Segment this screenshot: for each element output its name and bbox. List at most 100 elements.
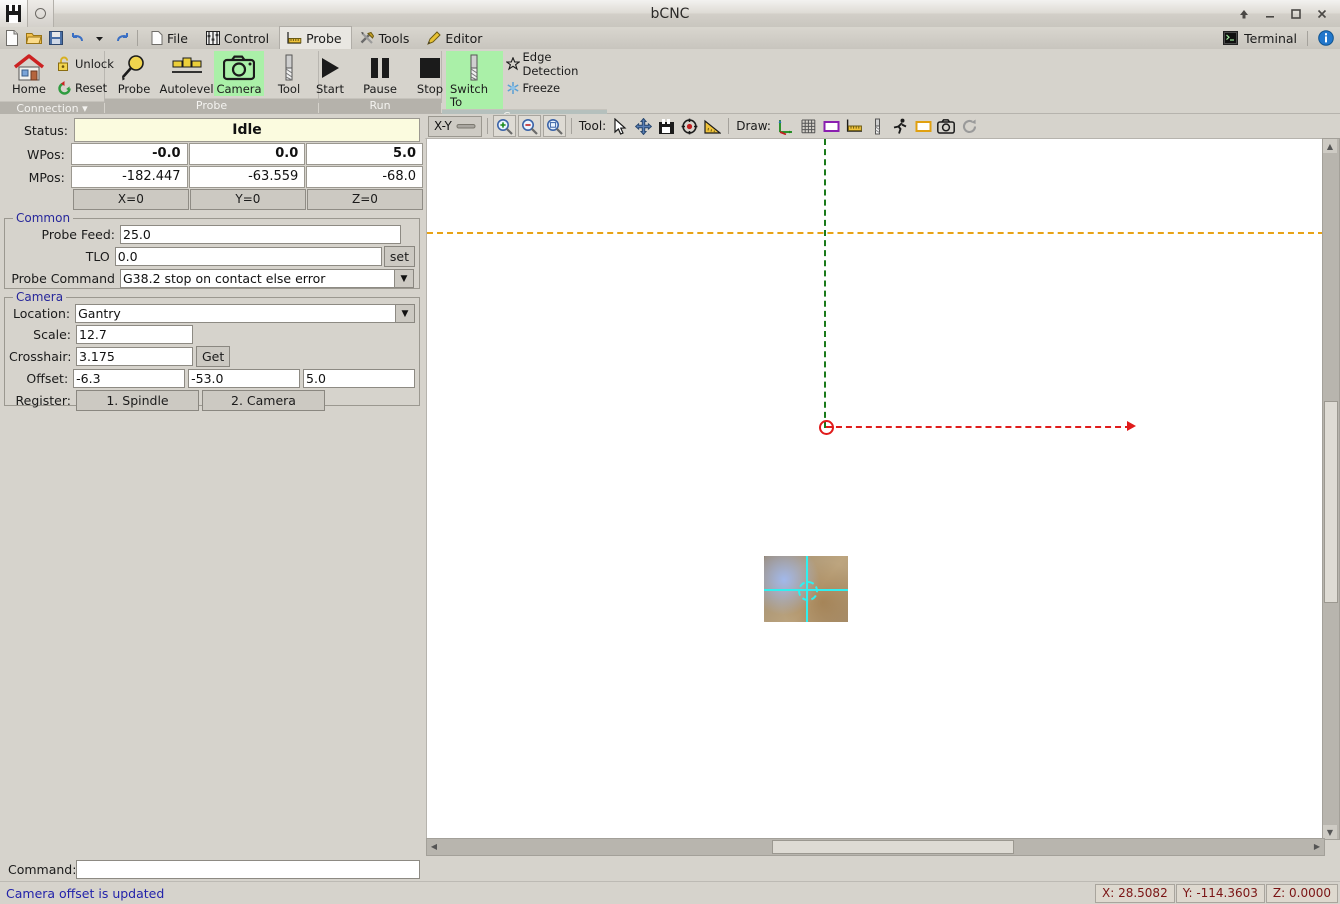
vertical-scroll-thumb[interactable] [1324, 401, 1338, 603]
tab-tools-label: Tools [378, 30, 410, 46]
chevron-down-icon[interactable]: ▼ [396, 304, 415, 323]
dropdown-handle-icon[interactable] [456, 122, 476, 130]
endmill-icon [466, 53, 482, 83]
zoom-out-icon[interactable] [517, 115, 541, 137]
camera-icon[interactable] [936, 116, 957, 136]
close-icon[interactable] [1314, 6, 1330, 22]
tab-control[interactable]: Control [198, 27, 279, 49]
scroll-down-icon[interactable]: ▼ [1323, 825, 1337, 839]
switch-to-button[interactable]: Switch To [446, 51, 503, 109]
freeze-button[interactable]: Freeze [503, 76, 604, 100]
pause-button[interactable]: Pause [355, 51, 405, 96]
zoom-in-icon[interactable] [492, 115, 516, 137]
new-file-icon[interactable] [1, 28, 22, 48]
camera-button[interactable]: Camera [214, 51, 264, 96]
margin-icon[interactable] [821, 116, 842, 136]
tab-file[interactable]: File [143, 27, 198, 49]
pan-move-icon[interactable] [633, 116, 654, 136]
probe-command-combo[interactable]: G38.2 stop on contact else error ▼ [120, 269, 414, 288]
register-spindle-button[interactable]: 1. Spindle [76, 390, 199, 411]
autolevel-button[interactable]: Autolevel [159, 51, 214, 96]
zero-x-button[interactable]: X=0 [72, 189, 189, 210]
probe-command-value[interactable]: G38.2 stop on contact else error [120, 269, 395, 288]
restore-up-icon[interactable] [1236, 6, 1252, 22]
grid-icon[interactable] [798, 116, 819, 136]
edge-detection-button[interactable]: Edge Detection [503, 50, 604, 78]
offset-z-input[interactable]: 5.0 [303, 369, 415, 388]
tab-editor[interactable]: Editor [419, 27, 492, 49]
crosshair-input[interactable]: 3.175 [76, 347, 193, 366]
set-button[interactable]: set [383, 246, 415, 267]
tab-tools[interactable]: Tools [352, 27, 420, 49]
info-icon[interactable] [1318, 30, 1334, 46]
probe-feed-input[interactable]: 25.0 [120, 225, 401, 244]
probe-button[interactable]: Probe [109, 51, 159, 96]
start-button[interactable]: Start [305, 51, 355, 96]
canvas-horizontal-scrollbar[interactable]: ◀ ▶ [426, 838, 1325, 856]
open-folder-icon[interactable] [23, 28, 44, 48]
offset-y-input[interactable]: -53.0 [188, 369, 301, 388]
undo-icon[interactable] [67, 28, 88, 48]
redo-icon[interactable] [111, 28, 132, 48]
main-tabs: File Control Probe Tools Editor [143, 26, 492, 49]
ruler-angle-icon[interactable] [702, 116, 723, 136]
wpos-z[interactable]: 5.0 [306, 143, 423, 165]
refresh-icon[interactable] [959, 116, 980, 136]
path-run-icon[interactable] [890, 116, 911, 136]
axes-icon[interactable] [775, 116, 796, 136]
terminal-icon[interactable] [1223, 31, 1239, 45]
workarea-icon[interactable] [913, 116, 934, 136]
target-icon[interactable] [679, 116, 700, 136]
coordinate-readout: X: 28.5082 Y: -114.3603 Z: 0.0000 [1094, 884, 1338, 903]
axis-view-selector[interactable]: X-Y [428, 115, 482, 137]
canvas-vertical-scrollbar[interactable]: ▲ ▼ [1322, 138, 1340, 840]
undo-dropdown-icon[interactable] [89, 28, 110, 48]
x-axis-line [826, 426, 1131, 428]
menu-bar: File Control Probe Tools Editor Terminal [0, 26, 1340, 50]
scale-input[interactable]: 12.7 [76, 325, 193, 344]
pointer-icon[interactable] [610, 116, 631, 136]
wpos-x[interactable]: -0.0 [70, 143, 188, 165]
origin-set-icon[interactable] [656, 116, 677, 136]
zero-z-button[interactable]: Z=0 [306, 189, 423, 210]
wpos-y[interactable]: 0.0 [188, 143, 306, 165]
ribbon-group-run: Start Pause Stop Run [316, 49, 443, 113]
wpos-label: WPos: [27, 146, 65, 162]
padlock-open-icon [57, 56, 72, 72]
tab-probe[interactable]: Probe [279, 26, 352, 49]
location-combo[interactable]: Gantry ▼ [75, 304, 415, 323]
work-origin-marker [819, 420, 834, 435]
scroll-up-icon[interactable]: ▲ [1323, 139, 1337, 153]
switch-to-label: Switch To [450, 82, 489, 109]
scroll-right-icon[interactable]: ▶ [1310, 839, 1324, 853]
zoom-fit-icon[interactable] [542, 115, 566, 137]
play-icon [317, 53, 343, 83]
ribbon-group-connection: Home Unlock Reset Connection ▾ [0, 49, 114, 116]
menubar-right-group: Terminal [1223, 27, 1340, 49]
location-value[interactable]: Gantry [75, 304, 396, 323]
tlo-input[interactable]: 0.0 [114, 247, 382, 266]
minimize-icon[interactable] [1262, 6, 1278, 22]
register-camera-button[interactable]: 2. Camera [202, 390, 325, 411]
zero-y-button[interactable]: Y=0 [189, 189, 306, 210]
ribbon-group-camera: Switch To Edge Detection Freeze [442, 49, 607, 124]
offset-x-input[interactable]: -6.3 [73, 369, 186, 388]
window-menu-button[interactable] [28, 0, 54, 27]
x-axis-arrow [1127, 421, 1136, 431]
terminal-label[interactable]: Terminal [1244, 31, 1297, 46]
save-icon[interactable] [45, 28, 66, 48]
tab-editor-label: Editor [445, 30, 483, 46]
get-button[interactable]: Get [196, 346, 231, 367]
coord-z-value: 0.0000 [1289, 886, 1331, 900]
maximize-icon[interactable] [1288, 6, 1304, 22]
reset-label: Reset [75, 81, 108, 95]
ruler-icon[interactable] [844, 116, 865, 136]
endmill-icon[interactable] [867, 116, 888, 136]
chevron-down-icon[interactable]: ▼ [395, 269, 414, 288]
home-button[interactable]: Home [4, 51, 54, 96]
plot-canvas[interactable] [426, 138, 1325, 840]
horizontal-scroll-thumb[interactable] [772, 840, 1014, 854]
file-icon [151, 31, 163, 45]
command-input[interactable] [76, 859, 420, 879]
scroll-left-icon[interactable]: ◀ [427, 839, 441, 853]
